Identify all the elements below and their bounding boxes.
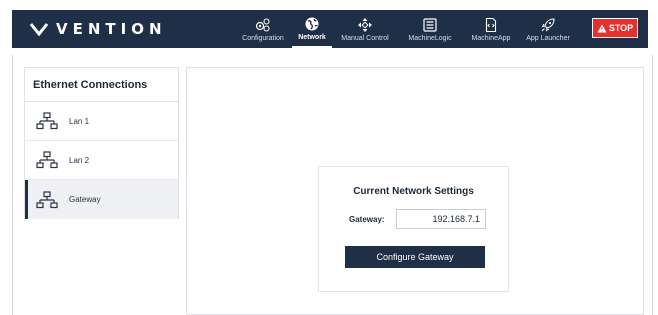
nav-item-machineapp[interactable]: MachineApp [462,10,520,48]
sidebar-item-lan-2[interactable]: Lan 2 [25,141,178,180]
nav-label-network: Network [298,33,326,41]
sidebar-item-label: Lan 1 [69,116,90,126]
right-divider [652,55,653,315]
nav-item-app-launcher[interactable]: App Launcher [520,10,576,48]
nav-item-configuration[interactable]: Configuration [234,10,292,48]
network-icon [36,151,58,169]
brand-name: VENTION [56,20,167,38]
configure-gateway-button[interactable]: Configure Gateway [345,246,485,268]
vention-logo-mark-icon [30,23,48,36]
sidebar-item-label: Gateway [69,195,101,204]
ethernet-connections-panel: Ethernet Connections Lan 1 Lan 2 Gateway [24,67,179,219]
nav-item-network[interactable]: Network [292,10,332,48]
warning-icon [597,24,607,32]
nav-item-manual-control[interactable]: Manual Control [332,10,398,48]
machinelogic-icon [423,17,437,32]
nav-item-machinelogic[interactable]: MachineLogic [398,10,462,48]
vention-logo: VENTION [30,20,167,38]
gateway-field[interactable] [396,209,486,229]
left-divider [12,55,13,315]
globe-icon [305,17,319,30]
gears-icon [255,17,270,32]
main-nav: Configuration Network Manual Control Mac… [234,10,576,48]
top-navigation-bar: VENTION Configuration Network Manual Con… [12,10,648,48]
nav-label-app-launcher: App Launcher [526,34,570,42]
nav-label-machineapp: MachineApp [471,34,511,42]
sidebar-item-label: Lan 2 [69,155,90,165]
sidebar-item-gateway[interactable]: Gateway [25,180,178,219]
network-settings-card: Current Network Settings Gateway: Config… [318,166,509,292]
sidebar-item-lan-1[interactable]: Lan 1 [25,102,178,141]
network-icon [36,112,58,130]
nav-label-machinelogic: MachineLogic [408,34,452,42]
directional-pad-icon [358,17,372,32]
sidebar-title: Ethernet Connections [25,68,178,102]
emergency-stop-button[interactable]: STOP [592,18,638,38]
gateway-label: Gateway: [349,215,385,224]
stop-label: STOP [608,23,634,33]
rocket-icon [541,17,555,32]
code-file-icon [485,17,497,32]
nav-label-manual-control: Manual Control [341,34,389,42]
card-title: Current Network Settings [353,186,474,197]
network-icon [36,190,58,208]
nav-label-configuration: Configuration [242,34,284,42]
